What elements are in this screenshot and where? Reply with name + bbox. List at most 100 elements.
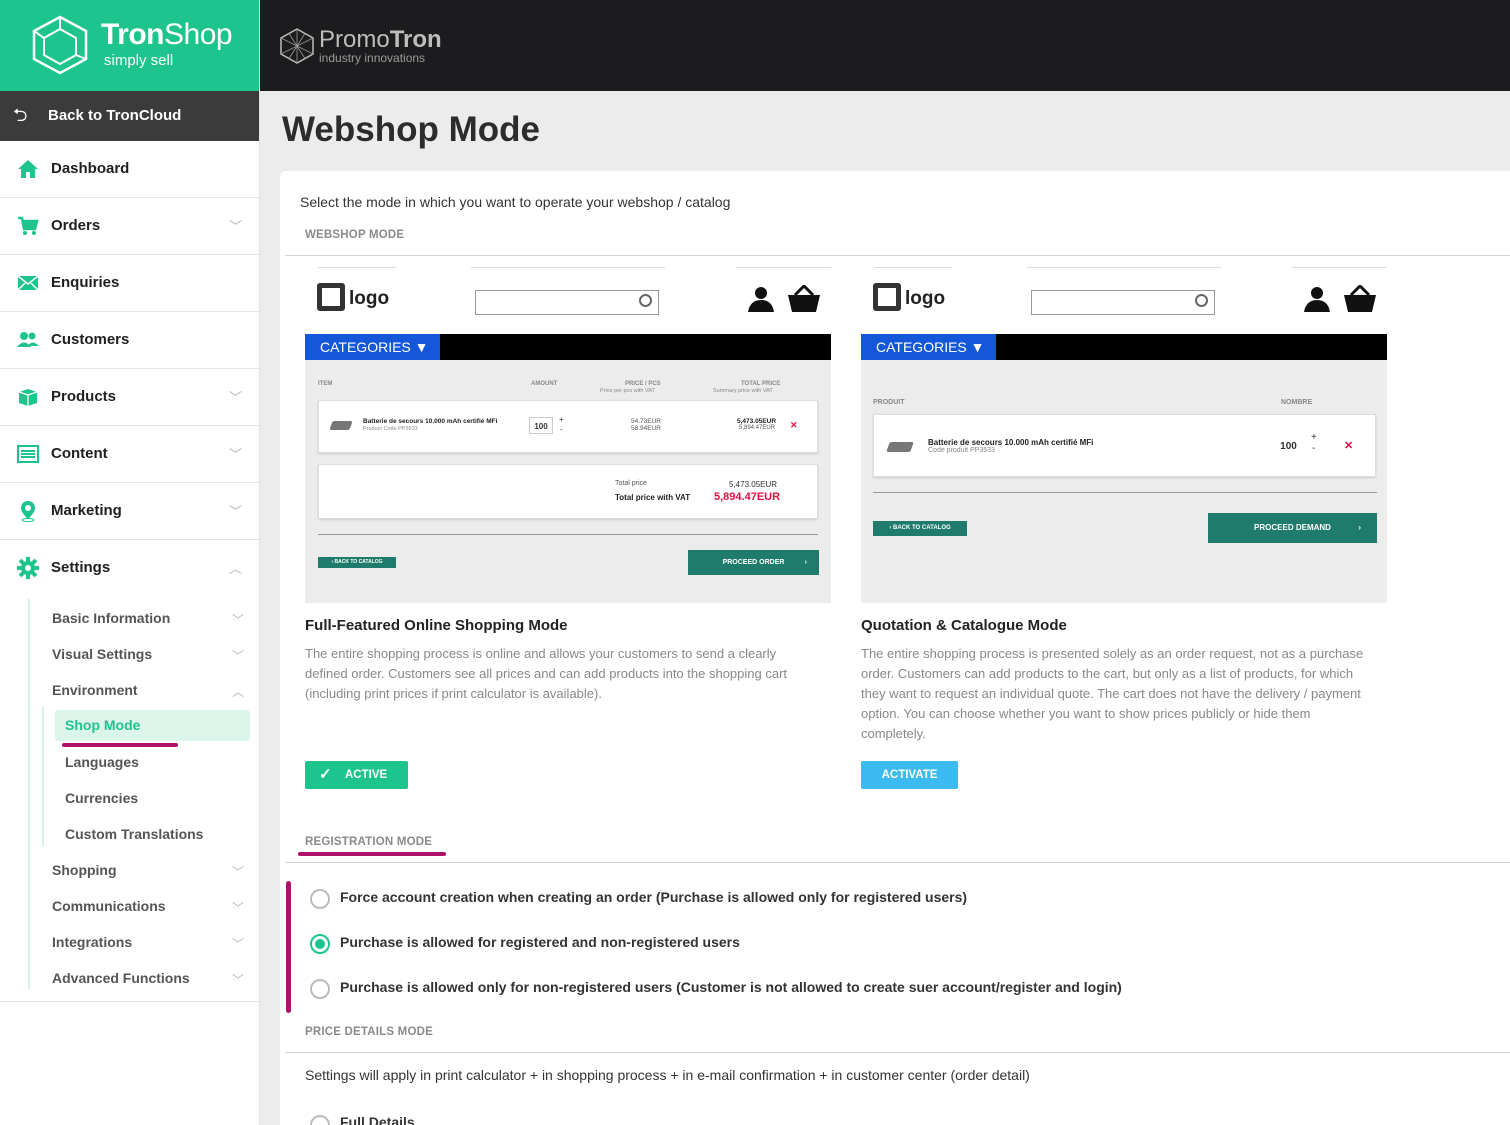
- cart-icon: [18, 216, 39, 235]
- sidebar-item-integrations[interactable]: Integrations ﹀: [52, 934, 244, 951]
- settings-submenu: Basic Information ﹀ Visual Settings ﹀ Envi…: [0, 597, 259, 1002]
- sidebar-item-currencies[interactable]: Currencies: [65, 790, 138, 806]
- mock-proceed-order-button: PROCEED ORDER ›: [688, 550, 819, 575]
- pin-icon: [21, 501, 35, 522]
- mode-description-shopping: The entire shopping process is online an…: [305, 646, 788, 701]
- chevron-down-icon: ﹀: [229, 504, 243, 519]
- quotation-mode-preview: logo CATEGORIES ▼ PRODUIT NOMBRE Batteri…: [861, 267, 1387, 603]
- registration-label-force-account[interactable]: Force account creation when creating an …: [340, 889, 967, 905]
- chevron-up-icon: ︿: [229, 561, 243, 576]
- sidebar-item-communications[interactable]: Communications ﹀: [52, 898, 244, 915]
- registration-radio-guest-only[interactable]: [310, 979, 330, 999]
- mock-cart-area: PRODUIT NOMBRE Batterie de secours 10.00…: [861, 360, 1387, 603]
- price-label-full-details[interactable]: Full Details: [340, 1114, 415, 1125]
- annotation-bracket: [286, 881, 291, 1013]
- section-heading-webshop-mode: WEBSHOP MODE: [305, 229, 405, 241]
- mode-description-quotation: The entire shopping process is presented…: [861, 646, 1364, 741]
- submenu-guide-line: [42, 707, 44, 847]
- activate-button[interactable]: ACTIVATE: [861, 761, 958, 789]
- sidebar-item-visual-settings[interactable]: Visual Settings ﹀: [52, 646, 244, 663]
- mock-logo: logo: [317, 283, 389, 313]
- brand-tagline: simply sell: [104, 52, 174, 69]
- top-bar: PromoTron industry innovations: [260, 0, 1510, 91]
- page-title: Webshop Mode: [282, 110, 540, 149]
- main-panel: Select the mode in which you want to ope…: [280, 171, 1510, 1125]
- mode-title-quotation: Quotation & Catalogue Mode: [861, 617, 1067, 634]
- chevron-down-icon: ﹀: [232, 865, 245, 879]
- divider: [285, 1052, 1510, 1053]
- sidebar-item-marketing[interactable]: Marketing ﹀: [0, 483, 259, 540]
- sidebar-item-settings[interactable]: Settings ︿: [0, 540, 259, 597]
- search-icon: [1195, 294, 1208, 307]
- sidebar-item-content[interactable]: Content ﹀: [0, 426, 259, 483]
- mock-back-button: ‹ BACK TO CATALOG: [318, 557, 396, 568]
- chevron-down-icon: ﹀: [232, 901, 245, 915]
- shopping-mode-preview: logo CATEGORIES ▼ ITEM AMOUNT PRICE / PC…: [305, 267, 831, 603]
- chevron-down-icon: ﹀: [229, 447, 243, 462]
- sidebar-item-products[interactable]: Products ﹀: [0, 369, 259, 426]
- mail-icon: [17, 275, 39, 291]
- chevron-down-icon: ﹀: [232, 937, 245, 951]
- back-arrow-icon: ⮌: [13, 105, 28, 125]
- chevron-up-icon: ︿: [232, 685, 245, 699]
- mock-search-box: [475, 290, 659, 315]
- gear-icon: [17, 557, 39, 579]
- brand-header[interactable]: TronShop simply sell: [0, 0, 259, 91]
- user-icon: [1304, 287, 1330, 312]
- sidebar-item-advanced-functions[interactable]: Advanced Functions ﹀: [52, 970, 244, 987]
- section-heading-price-details-mode: PRICE DETAILS MODE: [305, 1026, 433, 1038]
- search-icon: [639, 294, 652, 307]
- registration-radio-force-account[interactable]: [310, 889, 330, 909]
- registration-label-registered-and-guest[interactable]: Purchase is allowed for registered and n…: [340, 934, 740, 950]
- mode-title-shopping: Full-Featured Online Shopping Mode: [305, 617, 568, 634]
- home-icon: [18, 160, 38, 178]
- mock-proceed-demand-button: PROCEED DEMAND ›: [1208, 513, 1377, 543]
- annotation-underline: [298, 852, 446, 856]
- chevron-down-icon: ﹀: [229, 390, 243, 405]
- price-details-note: Settings will apply in print calculator …: [305, 1067, 1030, 1083]
- sidebar-item-enquiries[interactable]: Enquiries: [0, 255, 259, 312]
- chevron-down-icon: ﹀: [229, 219, 243, 234]
- chevron-down-icon: ﹀: [232, 649, 245, 663]
- registration-radio-registered-and-guest[interactable]: [310, 934, 330, 954]
- list-icon: [17, 445, 39, 463]
- user-icon: [748, 287, 774, 312]
- partner-tagline: industry innovations: [319, 51, 426, 65]
- basket-icon: [788, 285, 820, 312]
- price-radio-full-details[interactable]: [310, 1115, 330, 1125]
- sidebar-item-shopping[interactable]: Shopping ﹀: [52, 862, 244, 879]
- sidebar-item-environment[interactable]: Environment ︿: [52, 682, 244, 699]
- back-label: Back to TronCloud: [48, 107, 182, 124]
- tronshop-logo-icon: [32, 15, 88, 75]
- users-icon: [17, 332, 39, 347]
- mock-category-bar: CATEGORIES ▼: [305, 334, 831, 360]
- mock-back-button: ‹ BACK TO CATALOG: [873, 521, 967, 536]
- sidebar: TronShop simply sell ⮌ Back to TronCloud…: [0, 0, 260, 1125]
- back-to-troncloud-link[interactable]: ⮌ Back to TronCloud: [0, 91, 259, 141]
- mock-categories-button: CATEGORIES ▼: [305, 334, 440, 360]
- divider: [285, 862, 1510, 863]
- promotron-logo-icon: [280, 28, 314, 64]
- sidebar-item-orders[interactable]: Orders ﹀: [0, 198, 259, 255]
- chevron-down-icon: ﹀: [232, 973, 245, 987]
- mock-categories-button: CATEGORIES ▼: [861, 334, 996, 360]
- mock-cart-area: ITEM AMOUNT PRICE / PCS Price per pcs wi…: [305, 360, 831, 603]
- check-icon: ✓: [319, 766, 332, 783]
- section-heading-registration-mode: REGISTRATION MODE: [305, 836, 433, 848]
- sidebar-item-customers[interactable]: Customers: [0, 312, 259, 369]
- sidebar-item-shop-mode[interactable]: Shop Mode: [55, 710, 250, 741]
- brand-name: TronShop: [101, 18, 233, 51]
- partner-name: PromoTron: [319, 26, 442, 53]
- mock-search-box: [1031, 290, 1215, 315]
- intro-text: Select the mode in which you want to ope…: [300, 194, 731, 210]
- box-icon: [18, 389, 38, 406]
- sidebar-item-basic-information[interactable]: Basic Information ﹀: [52, 610, 244, 627]
- sidebar-item-languages[interactable]: Languages: [65, 754, 139, 770]
- sidebar-item-dashboard[interactable]: Dashboard: [0, 141, 259, 198]
- active-button[interactable]: ✓ ACTIVE: [305, 761, 408, 789]
- basket-icon: [1344, 285, 1376, 312]
- divider: [285, 255, 1510, 256]
- registration-label-guest-only[interactable]: Purchase is allowed only for non-registe…: [340, 979, 1122, 995]
- sidebar-item-custom-translations[interactable]: Custom Translations: [65, 826, 203, 842]
- mock-logo: logo: [873, 283, 945, 313]
